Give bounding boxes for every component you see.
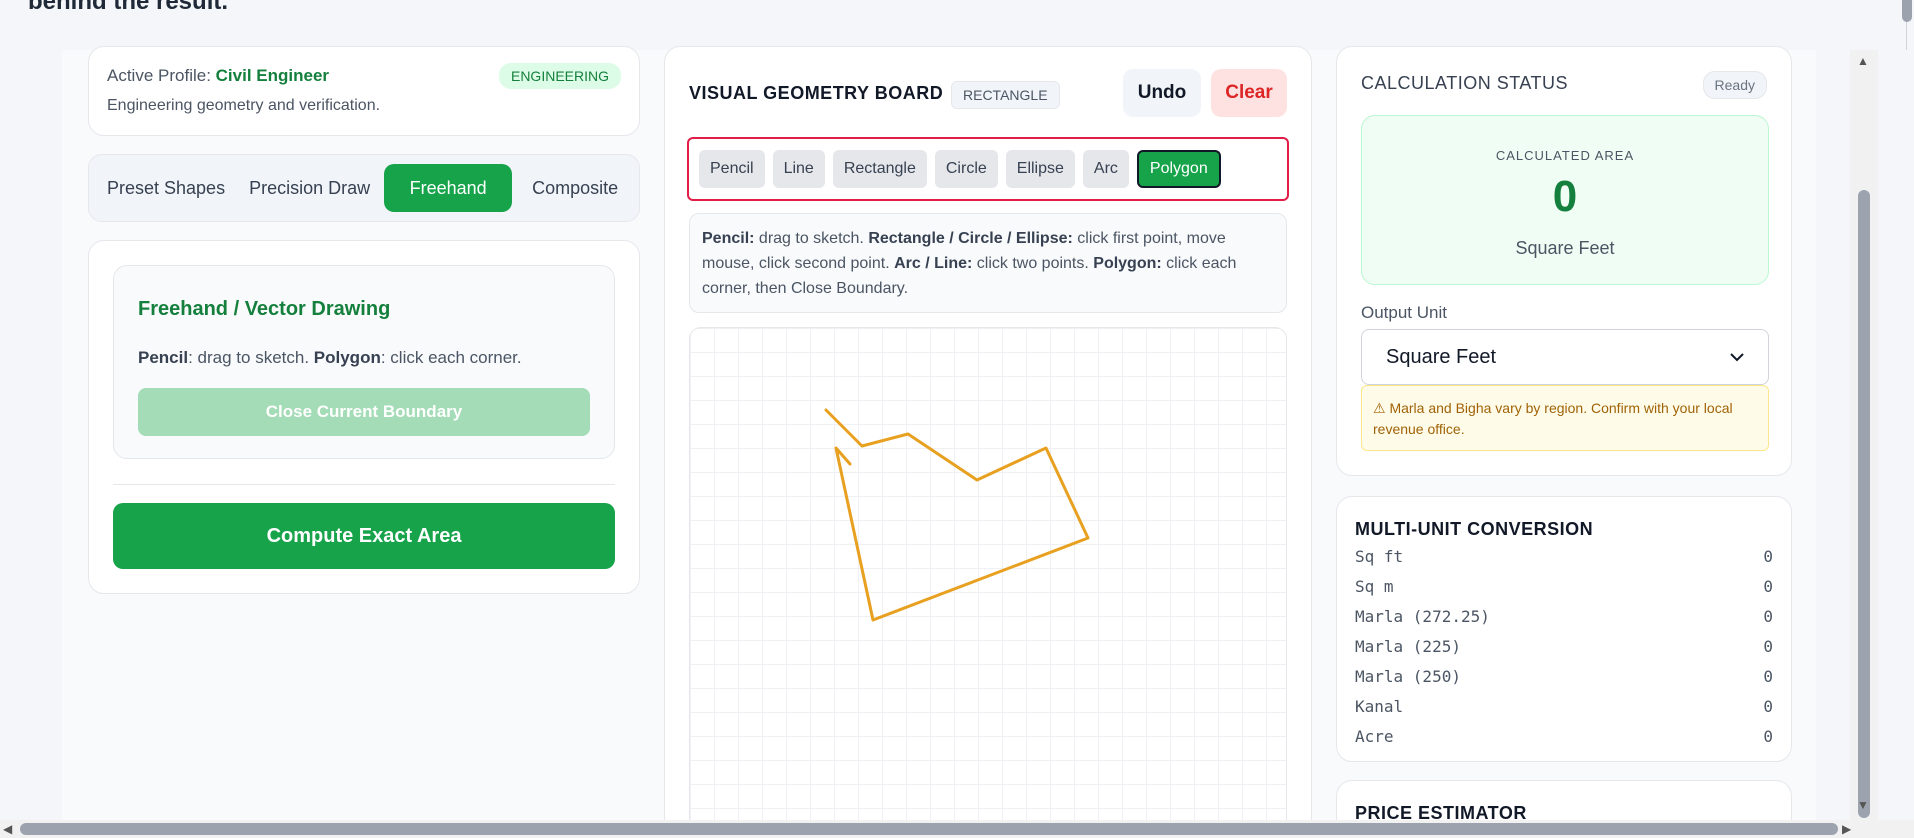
- mode-tabs: Preset Shapes Precision Draw Freehand Co…: [88, 154, 640, 222]
- drawing-canvas[interactable]: [689, 327, 1287, 838]
- conversion-row: Sq m 0: [1355, 571, 1773, 601]
- area-value: 0: [1552, 172, 1578, 221]
- conversion-unit: Marla (272.25): [1355, 606, 1490, 626]
- conversion-value: 0: [1763, 606, 1773, 626]
- triangle-right-icon[interactable]: ▶: [1842, 822, 1851, 836]
- conversion-title: MULTI-UNIT CONVERSION: [1355, 519, 1594, 539]
- tool-ellipse[interactable]: Ellipse: [1005, 150, 1075, 188]
- tab-preset-shapes[interactable]: Preset Shapes: [97, 164, 235, 212]
- vertical-scroll-thumb[interactable]: [1858, 190, 1870, 818]
- tool-polygon[interactable]: Polygon: [1136, 150, 1221, 188]
- multi-unit-conversion-card: MULTI-UNIT CONVERSION Sq ft 0 Sq m 0 Marla…: [1336, 496, 1792, 762]
- profile-name: Civil Engineer: [215, 66, 330, 85]
- polygon-keyword: Polygon: [313, 348, 381, 367]
- profile-description: Engineering geometry and verification.: [107, 97, 381, 114]
- tool-line[interactable]: Line: [772, 150, 825, 188]
- help-pencil-label: Pencil:: [702, 230, 755, 247]
- tool-help-text: Pencil: drag to sketch. Rectangle / Circ…: [689, 213, 1287, 313]
- conversion-value: 0: [1763, 576, 1773, 596]
- conversion-unit: Sq ft: [1355, 546, 1404, 566]
- horizontal-scroll-thumb[interactable]: [20, 823, 1838, 835]
- tool-arc[interactable]: Arc: [1082, 150, 1129, 188]
- conversion-row: Marla (272.25) 0: [1355, 601, 1773, 631]
- tool-rectangle[interactable]: Rectangle: [832, 150, 927, 188]
- profile-card: Active Profile: Civil Engineer Engineeri…: [88, 46, 640, 136]
- page-heading-cut: behind the result.: [28, 0, 229, 15]
- clear-button[interactable]: Clear: [1211, 69, 1287, 117]
- tab-freehand[interactable]: Freehand: [384, 164, 513, 212]
- output-unit-select[interactable]: Square Feet: [1361, 329, 1769, 385]
- output-unit-value: Square Feet: [1386, 345, 1497, 368]
- compute-area-button[interactable]: Compute Exact Area: [113, 503, 615, 569]
- help-shapes-label: Rectangle / Circle / Ellipse:: [868, 230, 1073, 247]
- divider: [113, 484, 615, 485]
- conversion-unit: Kanal: [1355, 696, 1404, 716]
- triangle-up-icon[interactable]: ▲: [1857, 54, 1869, 68]
- triangle-down-icon[interactable]: ▼: [1857, 798, 1869, 812]
- drawing-tool-bar: Pencil Line Rectangle Circle Ellipse Arc…: [687, 137, 1289, 201]
- conversion-value: 0: [1763, 546, 1773, 566]
- conversion-unit: Sq m: [1355, 576, 1394, 596]
- board-title: VISUAL GEOMETRY BOARD: [689, 83, 944, 103]
- conversion-unit: Acre: [1355, 726, 1394, 746]
- profile-badge: ENGINEERING: [498, 63, 621, 89]
- tab-precision-draw[interactable]: Precision Draw: [239, 164, 380, 212]
- conversion-row: Marla (250) 0: [1355, 661, 1773, 691]
- draw-panel: Freehand / Vector Drawing Pencil: drag t…: [88, 240, 640, 594]
- conversion-row: Acre 0: [1355, 721, 1773, 751]
- undo-button[interactable]: Undo: [1123, 69, 1201, 117]
- conversion-unit: Marla (225): [1355, 636, 1461, 656]
- help-arc-text: click two points.: [972, 255, 1094, 272]
- freehand-title: Freehand / Vector Drawing: [138, 298, 391, 320]
- help-pencil-text: drag to sketch.: [754, 230, 869, 247]
- area-unit: Square Feet: [1515, 238, 1615, 258]
- region-warning: ⚠ Marla and Bigha vary by region. Confir…: [1361, 385, 1769, 451]
- calculation-status-card: CALCULATION STATUS Ready CALCULATED AREA…: [1336, 46, 1792, 476]
- freehand-info-box: Freehand / Vector Drawing Pencil: drag t…: [113, 265, 615, 459]
- conversion-value: 0: [1763, 666, 1773, 686]
- active-profile-line: Active Profile: Civil Engineer: [107, 66, 329, 86]
- conversion-row: Kanal 0: [1355, 691, 1773, 721]
- conversion-unit: Marla (250): [1355, 666, 1461, 686]
- triangle-left-icon[interactable]: ◀: [3, 822, 12, 836]
- current-shape-tag: RECTANGLE: [951, 81, 1060, 109]
- freehand-description: Pencil: drag to sketch. Polygon: click e…: [138, 348, 522, 368]
- pencil-keyword: Pencil: [138, 348, 189, 367]
- tab-composite[interactable]: Composite: [522, 164, 628, 212]
- calculated-area-box: CALCULATED AREA 0 Square Feet: [1361, 115, 1769, 285]
- chevron-down-icon: [1730, 353, 1744, 362]
- status-title: CALCULATION STATUS: [1361, 73, 1569, 93]
- conversion-table: Sq ft 0 Sq m 0 Marla (272.25) 0 Marla (225)…: [1355, 541, 1773, 751]
- close-boundary-button[interactable]: Close Current Boundary: [138, 388, 590, 436]
- tool-pencil[interactable]: Pencil: [699, 150, 765, 188]
- conversion-value: 0: [1763, 636, 1773, 656]
- drawn-shape: [824, 408, 1090, 622]
- pencil-text: : drag to sketch.: [188, 348, 314, 367]
- output-unit-label: Output Unit: [1361, 303, 1447, 322]
- active-profile-label: Active Profile:: [107, 66, 216, 85]
- outer-scroll-thumb[interactable]: [1902, 0, 1912, 22]
- area-label: CALCULATED AREA: [1495, 148, 1635, 163]
- conversion-row: Marla (225) 0: [1355, 631, 1773, 661]
- status-badge: Ready: [1702, 71, 1767, 99]
- geometry-board: VISUAL GEOMETRY BOARD RECTANGLE Undo Cle…: [664, 46, 1312, 838]
- conversion-value: 0: [1763, 696, 1773, 716]
- conversion-value: 0: [1763, 726, 1773, 746]
- polygon-text: : click each corner.: [380, 348, 522, 367]
- conversion-row: Sq ft 0: [1355, 541, 1773, 571]
- help-arc-label: Arc / Line:: [894, 255, 973, 272]
- polygon-stroke: [824, 408, 1090, 622]
- help-polygon-label: Polygon:: [1093, 255, 1162, 272]
- tool-circle[interactable]: Circle: [934, 150, 998, 188]
